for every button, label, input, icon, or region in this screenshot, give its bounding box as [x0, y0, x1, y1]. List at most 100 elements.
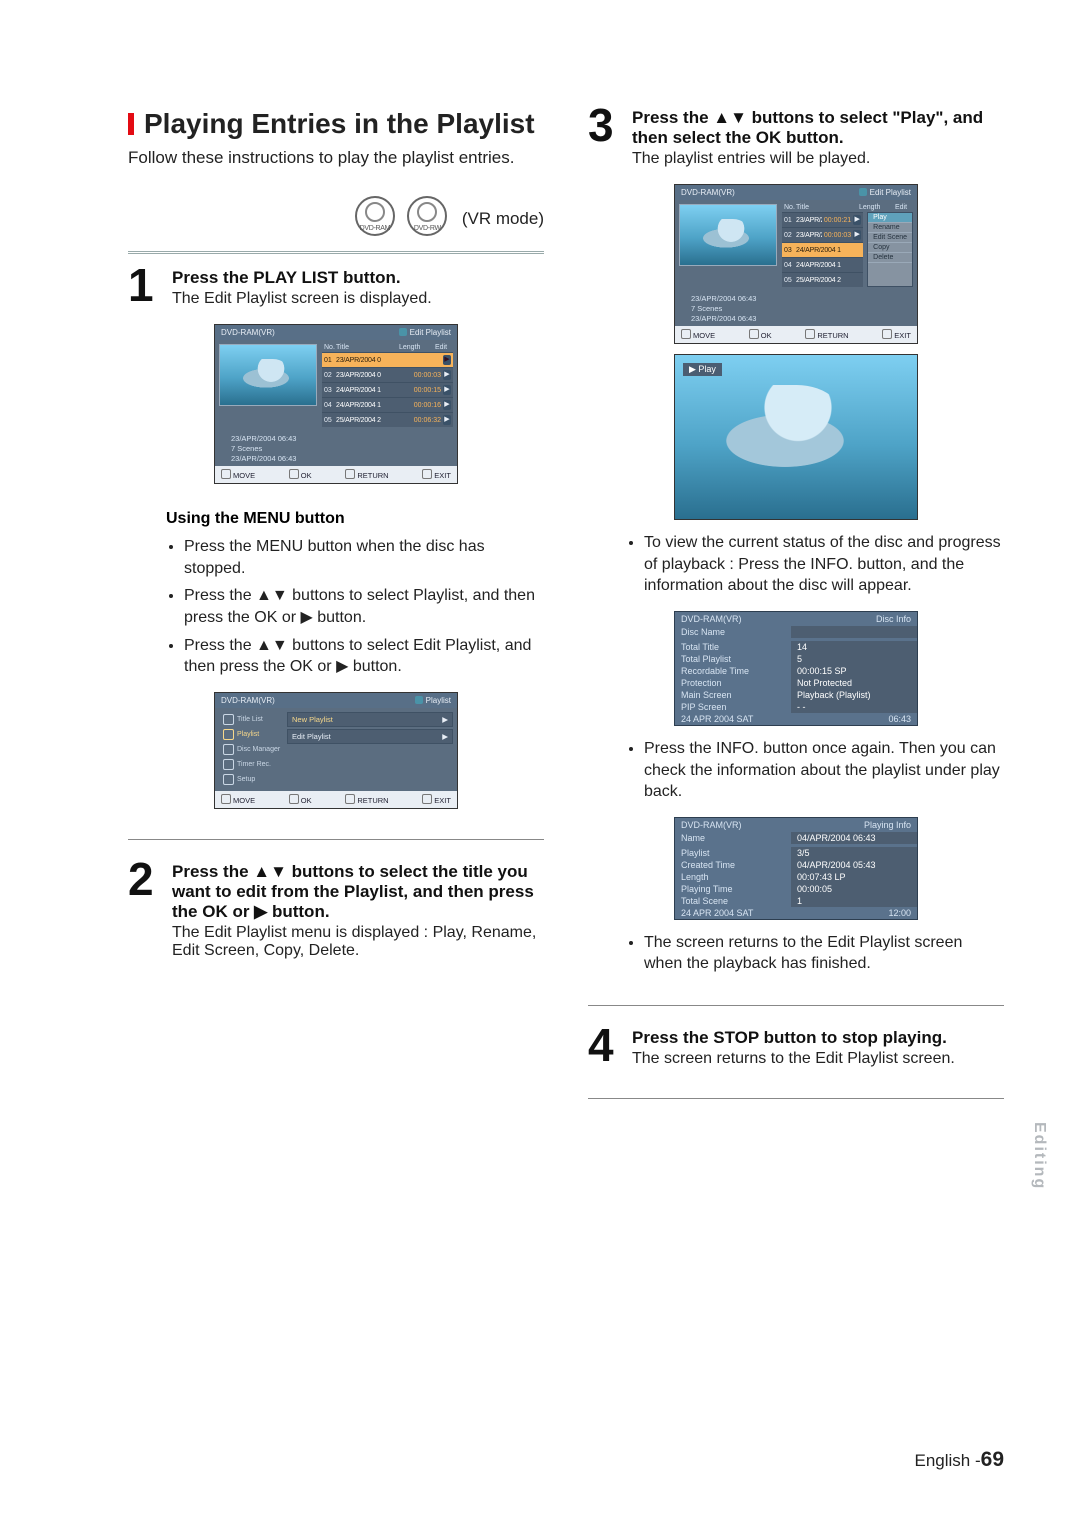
info-title: DVD-RAM(VR) [681, 614, 742, 624]
info-key: Playlist [675, 847, 791, 859]
meta-scenes: 7 Scenes [681, 304, 911, 314]
info-date: 24 APR 2004 SAT [681, 908, 753, 918]
key-ok: OK [289, 469, 312, 480]
step-4-sub: The screen returns to the Edit Playlist … [632, 1050, 1004, 1068]
col-length: Length [859, 204, 895, 211]
info-key: Recordable Time [675, 665, 791, 677]
thumbnail [679, 204, 777, 266]
key-return: RETURN [345, 794, 388, 805]
context-menu: Play Rename Edit Scene Copy Delete [867, 212, 913, 287]
key-exit: EXIT [882, 329, 911, 340]
table-row: 0123/APR/2004 000:00:21▶ [322, 352, 453, 367]
step-1: 1 Press the PLAY LIST button. The Edit P… [128, 268, 544, 308]
step-4-lead: Press the STOP button to stop playing. [632, 1028, 1004, 1048]
menu-item: New Playlist▶ [287, 712, 453, 727]
shot-title: DVD-RAM(VR) [221, 328, 275, 337]
info-title: DVD-RAM(VR) [681, 820, 742, 830]
table-row: 0324/APR/2004 1 [782, 242, 863, 257]
step-3-sub: The playlist entries will be played. [632, 150, 1004, 168]
sidebar-item-playlist: Playlist [219, 727, 287, 742]
key-ok: OK [289, 794, 312, 805]
col-no: No. [324, 344, 336, 351]
table-row: 0424/APR/2004 1 [782, 257, 863, 272]
info-value: 1 [791, 895, 917, 907]
meta-date: 23/APR/2004 06:43 [681, 294, 911, 304]
col-length: Length [399, 344, 435, 351]
screenshot-playing-info: DVD-RAM(VR) Playing Info Name 04/APR/2004 … [674, 817, 918, 920]
disc-badge-ram: DVD-RAM [355, 196, 395, 236]
info-date: 24 APR 2004 SAT [681, 714, 753, 724]
info-key: Created Time [675, 859, 791, 871]
info-header-right: Playing Info [864, 820, 911, 830]
section-title: Playing Entries in the Playlist [128, 108, 544, 140]
screenshot-playback: ▶ Play [674, 354, 918, 520]
list-icon [223, 714, 234, 725]
info-value: 00:07:43 LP [791, 871, 917, 883]
intro-text: Follow these instructions to play the pl… [128, 148, 544, 168]
screenshot-edit-playlist-popup: DVD-RAM(VR) Edit Playlist No. Title Leng… [674, 184, 918, 344]
menu-bullet-3: Press the ▲▼ buttons to select Edit Play… [184, 635, 544, 678]
col-edit: Edit [435, 344, 451, 351]
info-key: Length [675, 871, 791, 883]
step-number: 2 [128, 856, 154, 902]
info-value: Not Protected [791, 677, 917, 689]
info-key: PIP Screen [675, 701, 791, 713]
menu-bullet-2: Press the ▲▼ buttons to select Playlist,… [184, 585, 544, 628]
info-key: Disc Name [675, 626, 791, 638]
col-no: No. [784, 204, 796, 211]
key-exit: EXIT [422, 469, 451, 480]
step-1-sub: The Edit Playlist screen is displayed. [172, 290, 544, 308]
table-row: 0123/APR/2004 000:00:21▶ [782, 212, 863, 227]
shot-header-right: Edit Playlist [859, 188, 911, 197]
info-key: Name [675, 832, 791, 844]
info-header-right: Disc Info [876, 614, 911, 624]
info-value: 00:00:15 SP [791, 665, 917, 677]
screenshot-edit-playlist: DVD-RAM(VR) Edit Playlist No. Title Leng… [214, 324, 458, 484]
meta-date2: 23/APR/2004 06:43 [681, 314, 911, 324]
sidebar-item: Title List [219, 712, 287, 727]
table-row: 0424/APR/2004 100:00:16▶ [322, 397, 453, 412]
chevron-right-icon: ▶ [443, 355, 451, 365]
menu-bullet-1: Press the MENU button when the disc has … [184, 536, 544, 579]
clock-icon [223, 759, 234, 770]
table-row: 0223/APR/2004 000:00:03▶ [322, 367, 453, 382]
table-row: 0324/APR/2004 100:00:15▶ [322, 382, 453, 397]
step-4: 4 Press the STOP button to stop playing.… [588, 1028, 1004, 1068]
step-number: 1 [128, 262, 154, 308]
step-2-lead: Press the ▲▼ buttons to select the title… [172, 862, 544, 922]
info-value [791, 626, 917, 638]
info-key: Main Screen [675, 689, 791, 701]
info-value: 3/5 [791, 847, 917, 859]
disc-mode-row: DVD-RAM DVD-RW (VR mode) [128, 192, 544, 254]
key-move: MOVE [221, 469, 255, 480]
key-exit: EXIT [422, 794, 451, 805]
screenshot-disc-info: DVD-RAM(VR) Disc Info Disc Name Total Tit… [674, 611, 918, 726]
bullet-view-status: To view the current status of the disc a… [644, 532, 1004, 597]
shot-title: DVD-RAM(VR) [221, 696, 275, 705]
col-edit: Edit [895, 204, 911, 211]
screenshot-menu: DVD-RAM(VR) Playlist Title List Playlist… [214, 692, 458, 809]
bullet-press-info-again: Press the INFO. button once again. Then … [644, 738, 1004, 803]
step-3-lead: Press the ▲▼ buttons to select "Play", a… [632, 108, 1004, 148]
meta-date: 23/APR/2004 06:43 [221, 434, 451, 444]
disc-badge-rw: DVD-RW [407, 196, 447, 236]
step-3: 3 Press the ▲▼ buttons to select "Play",… [588, 108, 1004, 168]
step-number: 3 [588, 102, 614, 148]
context-menu-rename: Rename [868, 223, 912, 233]
context-menu-copy: Copy [868, 243, 912, 253]
info-key: Total Playlist [675, 653, 791, 665]
step-2-sub: The Edit Playlist menu is displayed : Pl… [172, 924, 544, 960]
info-value: 04/APR/2004 05:43 [791, 859, 917, 871]
sidebar-item: Timer Rec. [219, 757, 287, 772]
context-menu-play: Play [868, 213, 912, 223]
info-value: 5 [791, 653, 917, 665]
info-key: Total Title [675, 641, 791, 653]
step-2: 2 Press the ▲▼ buttons to select the tit… [128, 862, 544, 960]
sidebar-item: Setup [219, 772, 287, 787]
info-value: 00:00:05 [791, 883, 917, 895]
key-move: MOVE [221, 794, 255, 805]
shot-header-right: Edit Playlist [399, 328, 451, 337]
step-number: 4 [588, 1022, 614, 1068]
gear-icon [223, 774, 234, 785]
playlist-icon [223, 729, 234, 740]
